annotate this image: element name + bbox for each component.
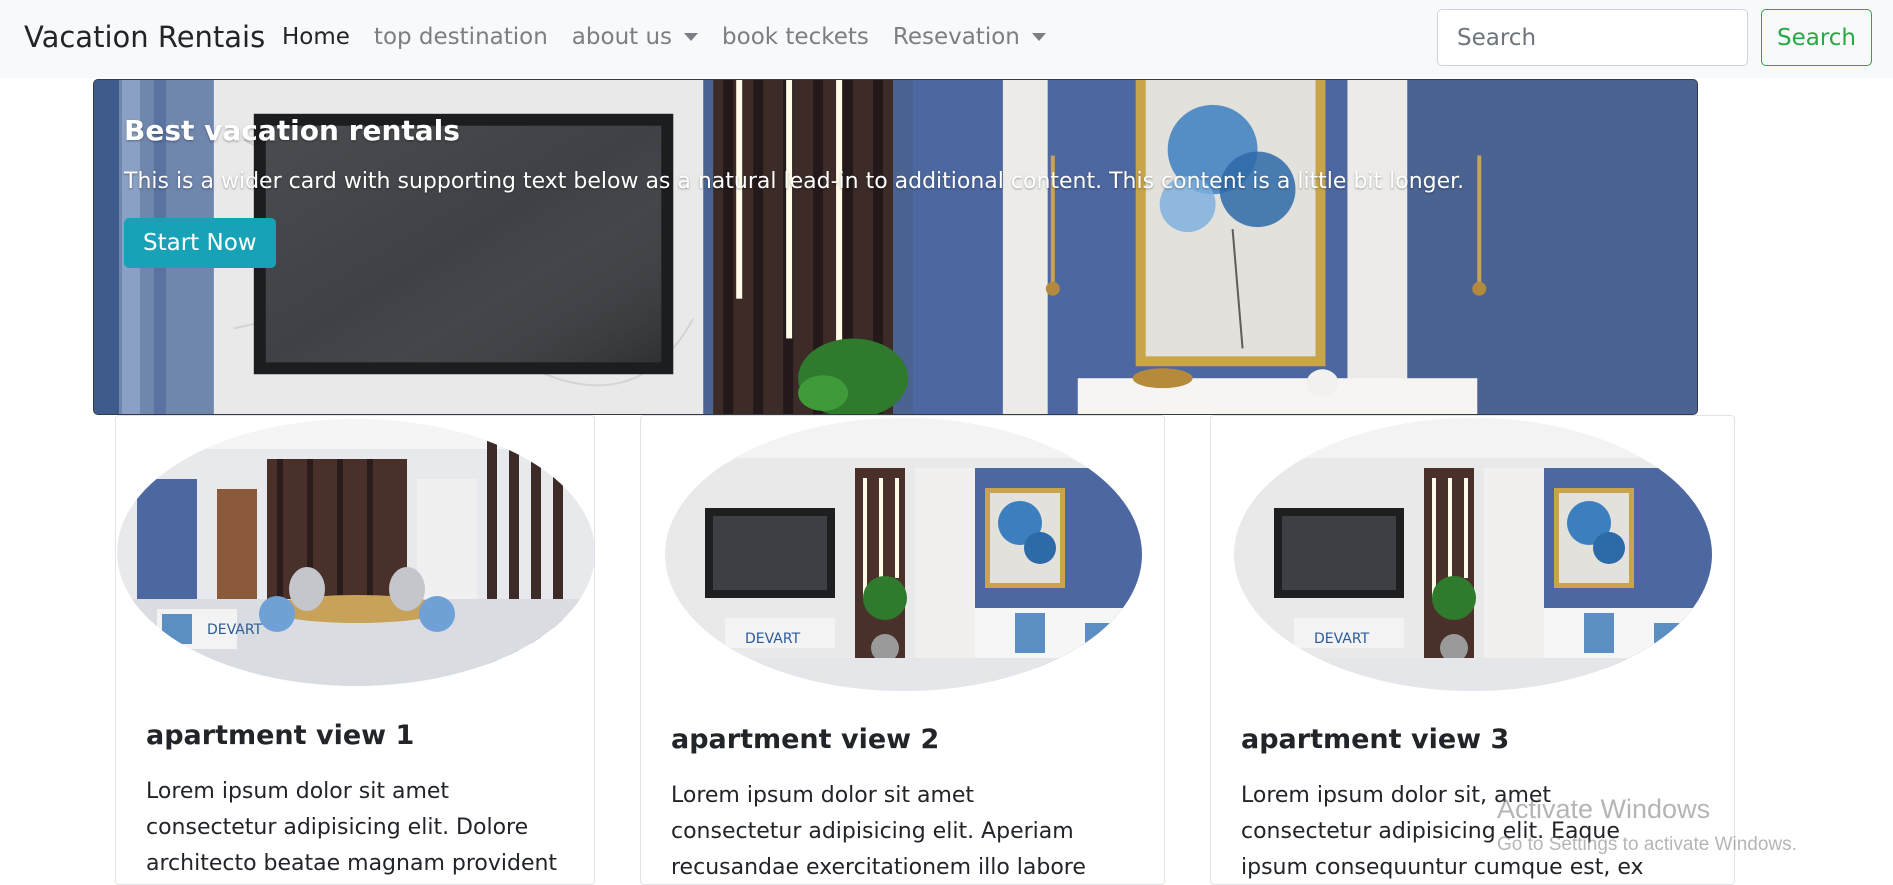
apartment-title-3: apartment view 3 xyxy=(1241,724,1510,755)
apartment-title-1: apartment view 1 xyxy=(146,720,415,751)
nav-reservation-label: Resevation xyxy=(892,24,1020,50)
search-button[interactable]: Search xyxy=(1761,9,1872,66)
nav-home[interactable]: Home xyxy=(270,24,362,50)
apartment-image-2: DEVART xyxy=(665,418,1142,691)
apartment-text-2: Lorem ipsum dolor sit amet consectetur a… xyxy=(671,783,1086,880)
apartment-card-1: DEVART apartment view 1 Lorem ipsum dolo… xyxy=(115,415,595,885)
apartment-image-3: DEVART xyxy=(1234,418,1712,691)
nav-top-destination[interactable]: top destination xyxy=(362,24,560,50)
brand-logo[interactable]: Vacation Rentais xyxy=(24,20,265,54)
navbar: Vacation Rentais Home top destination ab… xyxy=(0,0,1893,78)
svg-text:DEVART: DEVART xyxy=(1314,631,1370,647)
svg-text:DEVART: DEVART xyxy=(207,622,263,638)
search-input[interactable] xyxy=(1437,9,1748,66)
start-now-button[interactable]: Start Now xyxy=(124,218,276,268)
svg-text:DEVART: DEVART xyxy=(745,631,801,647)
nav-reservation-dropdown[interactable]: Resevation xyxy=(881,24,1058,50)
apartment-title-2: apartment view 2 xyxy=(671,724,940,755)
hero-card: Best vacation rentals This is a wider ca… xyxy=(93,79,1698,415)
apartment-image-1: DEVART xyxy=(117,419,594,686)
caret-down-icon xyxy=(1031,33,1046,41)
hero-content: Best vacation rentals This is a wider ca… xyxy=(124,114,1464,268)
caret-down-icon xyxy=(684,33,699,41)
nav-links: Home top destination about us book tecke… xyxy=(270,24,1058,50)
nav-about-us-dropdown[interactable]: about us xyxy=(560,24,710,50)
nav-book-tickets[interactable]: book teckets xyxy=(710,24,881,50)
activate-windows-hint: Go to Settings to activate Windows. xyxy=(1497,834,1797,855)
hero-title: Best vacation rentals xyxy=(124,114,460,147)
apartment-text-1: Lorem ipsum dolor sit amet consectetur a… xyxy=(146,779,558,876)
nav-about-us-label: about us xyxy=(571,24,673,50)
activate-windows-watermark: Activate Windows xyxy=(1497,794,1711,824)
apartment-card-2: DEVART apartment view 2 Lorem ipsum dolo… xyxy=(640,415,1165,885)
hero-text: This is a wider card with supporting tex… xyxy=(124,169,1465,194)
